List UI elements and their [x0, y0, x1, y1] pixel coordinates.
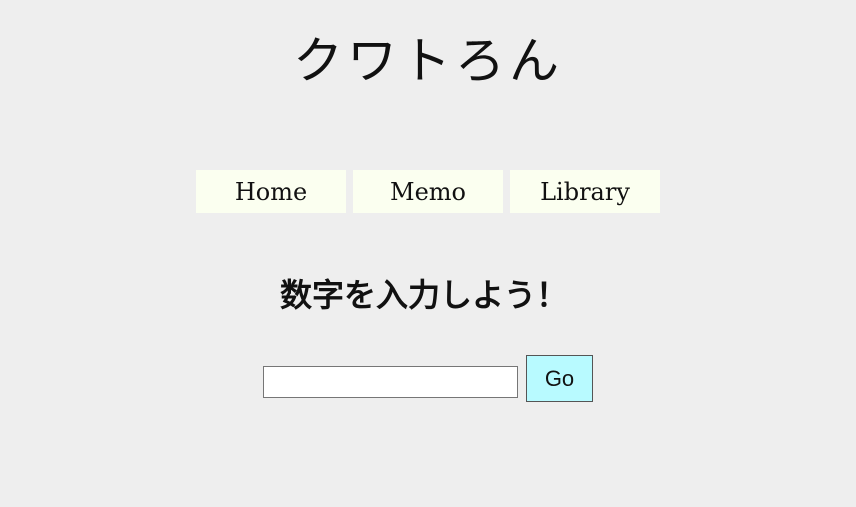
nav-item-home[interactable]: Home	[196, 170, 346, 213]
site-title: クワトろん	[293, 32, 563, 90]
input-prompt-heading: 数字を入力しよう！	[279, 276, 568, 314]
go-button[interactable]: Go	[526, 355, 593, 402]
nav-item-library[interactable]: Library	[510, 170, 660, 213]
nav-item-memo[interactable]: Memo	[353, 170, 503, 213]
number-form: Go	[263, 355, 593, 402]
number-input[interactable]	[263, 365, 518, 398]
main-nav: Home Memo Library	[196, 170, 660, 213]
